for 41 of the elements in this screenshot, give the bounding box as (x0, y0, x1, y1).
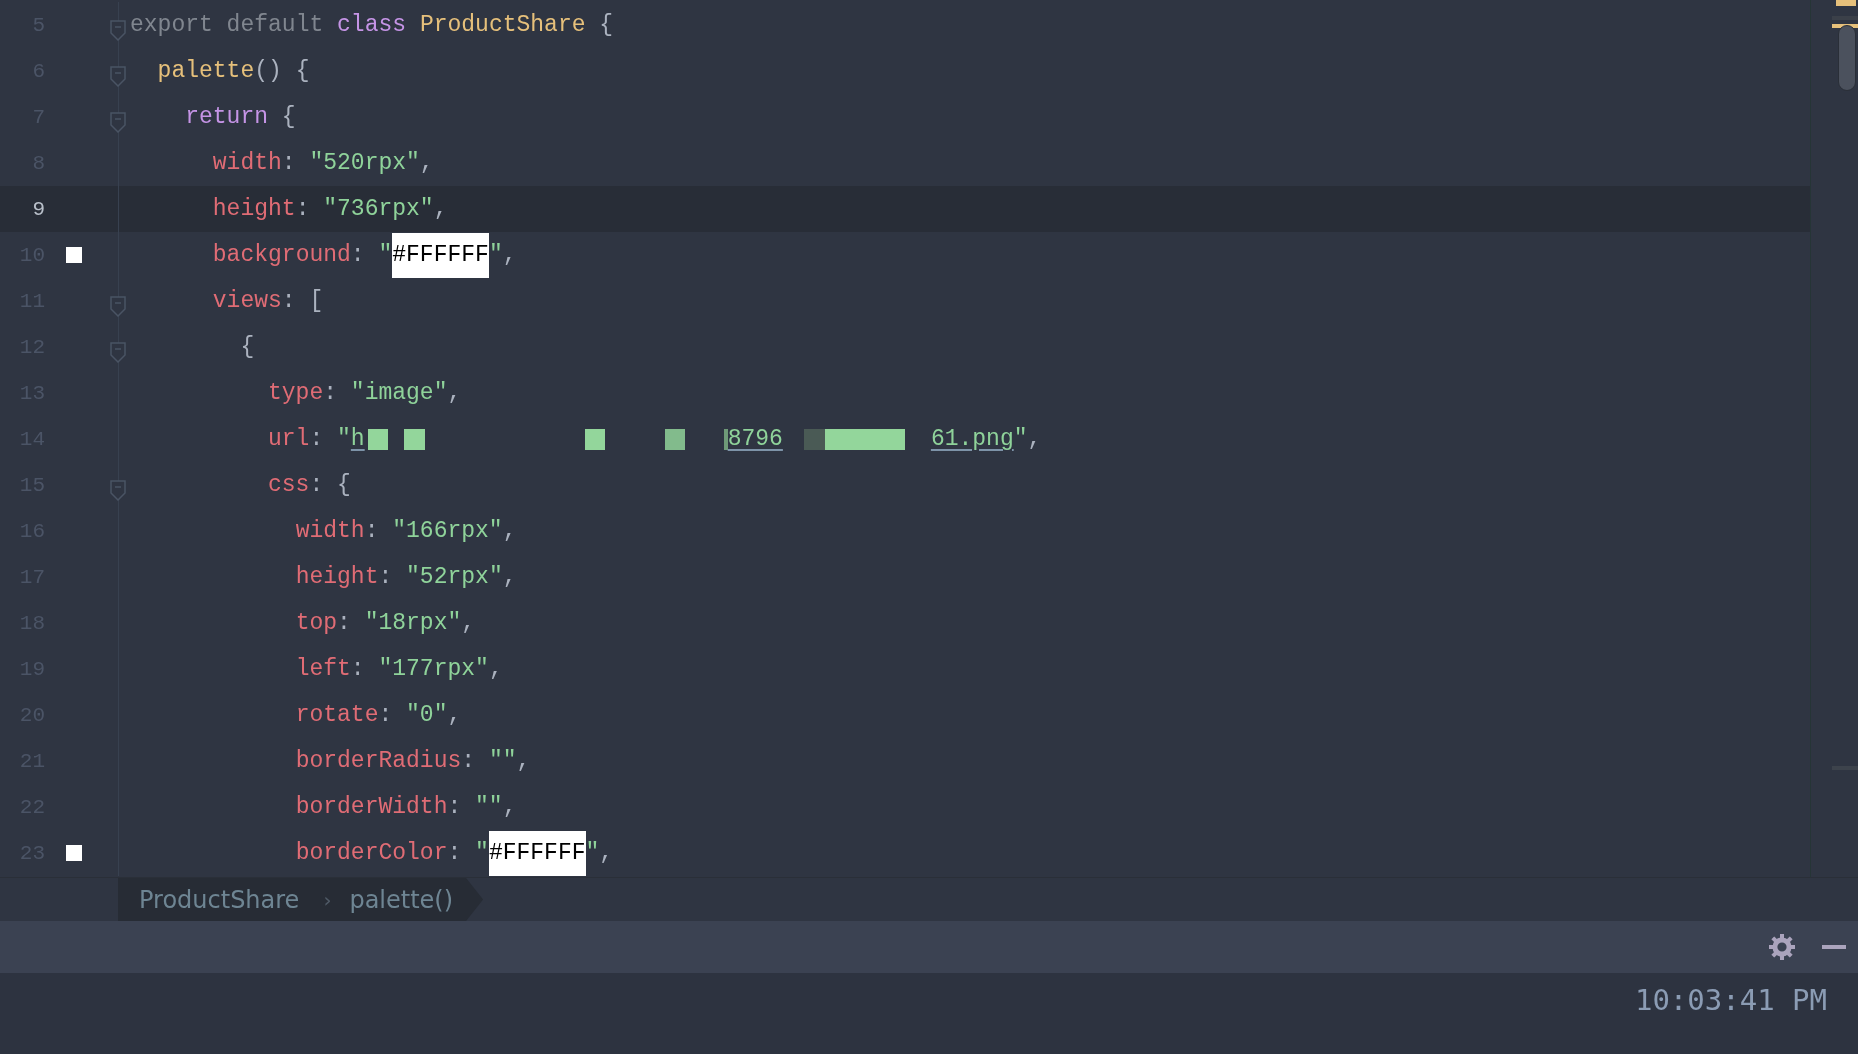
breadcrumb-item[interactable]: ProductShare (139, 885, 300, 914)
code-line: left: "177rpx", (295, 655, 503, 683)
redaction-block (664, 428, 685, 450)
code-line: rotate: "0", (295, 701, 462, 729)
redaction-block (723, 428, 728, 450)
code-line: export default class ProductShare { (130, 11, 614, 39)
code-line: background: "#FFFFFF", (212, 232, 517, 278)
code-line: { (240, 333, 255, 361)
minus-icon[interactable] (1822, 945, 1846, 949)
fold-marker-icon[interactable] (110, 66, 126, 87)
scroll-thumb[interactable] (1838, 25, 1856, 91)
code-text: url: "h (268, 425, 365, 453)
code-line: top: "18rpx", (295, 609, 476, 637)
fold-marker-icon[interactable] (110, 480, 126, 501)
redaction-block (367, 428, 388, 450)
code-line: css: { (268, 471, 351, 499)
redaction-block (584, 428, 605, 450)
ruler-mark (1836, 0, 1856, 6)
code-text: 61.png", (930, 425, 1042, 453)
line-number: 9 (31, 197, 45, 221)
code-line: type: "image", (268, 379, 462, 407)
code-text: 8796 (727, 425, 783, 453)
fold-marker-icon[interactable] (110, 20, 126, 41)
code-line: borderColor: "#FFFFFF", (295, 830, 614, 876)
redaction-block (403, 428, 425, 450)
breadcrumb-separator: › (323, 887, 332, 912)
code-line: borderRadius: "", (295, 747, 531, 775)
fold-marker-icon[interactable] (110, 296, 126, 317)
code-line: palette() { (157, 57, 310, 85)
code-line: return { (185, 103, 296, 131)
code-line: width: "520rpx", (212, 149, 434, 177)
code-line: height: "736rpx", (212, 195, 448, 223)
clock-text: 10:03:41 PM (1634, 983, 1827, 1017)
breadcrumb-item[interactable]: palette() (349, 885, 454, 914)
fold-marker-icon[interactable] (110, 342, 126, 363)
settings-icon[interactable] (1769, 934, 1795, 960)
code-line: width: "166rpx", (295, 517, 517, 545)
fold-marker-icon[interactable] (110, 112, 126, 133)
code-line: height: "52rpx", (295, 563, 517, 591)
code-line: views: [ (212, 287, 324, 315)
code-line: borderWidth: "", (295, 793, 517, 821)
